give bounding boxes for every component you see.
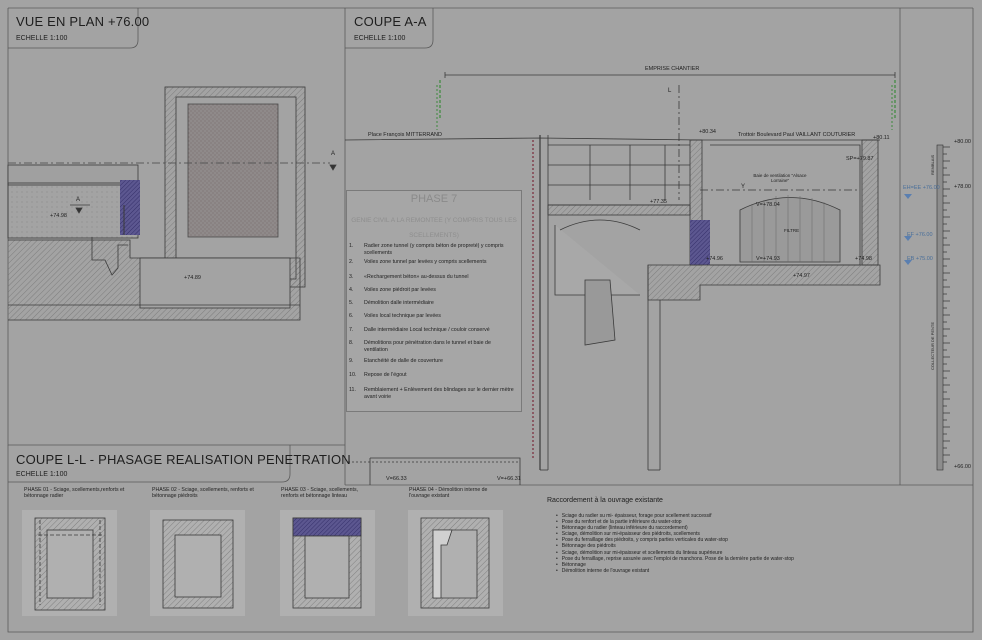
- filtre-label: FILTRE: [784, 228, 800, 233]
- phase7-step-text: Etanchéité de dalle de couverture: [364, 358, 443, 364]
- phase7-step-number: 1.: [349, 243, 354, 249]
- level-8011: +80.11: [873, 135, 890, 141]
- baie-label: Baie de ventilation "Alsace Lorraine": [753, 173, 807, 183]
- phase7-step-number: 7.: [349, 327, 354, 333]
- level-7735: +77.35: [650, 199, 667, 205]
- phase7-step-number: 11.: [349, 387, 356, 393]
- plan-view-scale: ECHELLE 1:100: [16, 35, 68, 42]
- phase7-step-text: Voiles local technique par levées: [364, 313, 441, 319]
- elevation-markers: [904, 194, 912, 265]
- level-6631: V=+66.31: [497, 476, 521, 482]
- section-aa-scale: ECHELLE 1:100: [354, 35, 406, 42]
- level-7804: V=+78.04: [756, 202, 780, 208]
- elev-eh: EH=EE +76.00: [903, 185, 940, 191]
- level-ruler: [936, 144, 944, 471]
- raccordement-list: Sciage du radier su mi- épaisseur, forag…: [556, 513, 794, 574]
- phase-03-thumbnail: [280, 510, 375, 616]
- phase7-step-number: 4.: [349, 287, 354, 293]
- level-7493: V=+74.93: [756, 256, 780, 262]
- phase7-step-number: 5.: [349, 300, 354, 306]
- section-aa-title: COUPE A-A: [354, 14, 427, 29]
- phasing-thumbnails: [22, 510, 503, 616]
- raccordement-title: Raccordement à la ouvrage existante: [547, 497, 663, 504]
- phase-02-label: PHASE 02 - Sciage, scellements, renforts…: [152, 487, 254, 499]
- place-label: Place François MITTERRAND: [368, 132, 442, 138]
- phase7-step-text: Démolition dalle intermédiaire: [364, 300, 434, 306]
- raccordement-item: Pose du ferraillage, reprise assurée ave…: [556, 556, 794, 562]
- drawing-sheet: VUE EN PLAN +76.00 ECHELLE 1:100 COUPE A…: [0, 0, 982, 640]
- level-7987: SP=+79.87: [846, 156, 874, 162]
- section-ll-title: COUPE L-L - PHASAGE REALISATION PENETRAT…: [16, 452, 351, 467]
- phase7-step-text: Dalle intermédiaire Local technique / co…: [364, 327, 490, 333]
- phase7-step-number: 10.: [349, 372, 357, 378]
- level-7496: +74.96: [706, 256, 723, 262]
- plan-view-title: VUE EN PLAN +76.00: [16, 14, 150, 29]
- phase7-step-text: Repose de l'égout: [364, 372, 407, 378]
- elev-eb: EB +75.00: [907, 256, 933, 262]
- phase7-step-text: Radier zone tunnel (y compris béton de p…: [364, 243, 504, 256]
- phase-04-label: PHASE 04 - Démolition interne de l'ouvra…: [409, 487, 488, 499]
- phase-03-label: PHASE 03 - Sciage, scellements, renforts…: [281, 487, 358, 499]
- cut-y-label: Y: [741, 184, 746, 190]
- phase7-title: PHASE 7: [410, 193, 458, 205]
- level-7498: +74.98: [855, 256, 872, 262]
- raccordement-item: Démolition interne de l'ouvrage existant: [556, 568, 794, 574]
- phase7-step-text: Voiles zone tunnel par levées y compris …: [364, 259, 487, 265]
- elev-ef: EF +76.00: [907, 232, 933, 238]
- level-7497: +74.97: [793, 273, 810, 279]
- phase7-step-number: 6.: [349, 313, 354, 319]
- green-stakes: [436, 85, 893, 130]
- phase7-step-text: «Rechargement béton» au-dessus du tunnel: [364, 274, 469, 280]
- level-6633: V=66.33: [386, 476, 407, 482]
- phase7-step-number: 3.: [349, 274, 354, 280]
- emprise-label: EMPRISE CHANTIER: [645, 66, 700, 72]
- phase-02-thumbnail: [150, 510, 245, 616]
- phase7-legend: PHASE 7 GENIE CIVIL A LA REMONTEE (Y COM…: [346, 190, 522, 412]
- cut-a-left-label: A: [76, 197, 81, 203]
- phase7-step-number: 8.: [349, 340, 354, 346]
- phase-04-thumbnail: [408, 510, 503, 616]
- ruler-top-label: REMBLAIS: [930, 154, 935, 175]
- phase7-subtitle: GENIE CIVIL A LA REMONTEE (Y COMPRIS TOU…: [351, 217, 517, 239]
- level-8034: +80.34: [699, 129, 716, 135]
- plan-level-1: +74.98: [50, 213, 67, 219]
- phase7-step-text: Voiles zone piédroit par levées: [364, 287, 436, 293]
- trottoir-label: Trottoir Boulevard Paul VAILLANT COUTURI…: [738, 132, 856, 138]
- phase7-step-text: Remblaiement + Enlèvement des blindages …: [364, 387, 514, 400]
- ruler-8000: +80.00: [954, 139, 971, 145]
- cut-l-label: L: [668, 88, 672, 94]
- phase-01-label: PHASE 01 - Sciage, scellements,renforts …: [24, 487, 125, 499]
- phase7-step-number: 2.: [349, 259, 354, 265]
- plan-view-drawing: [7, 86, 337, 321]
- phase7-step-number: 9.: [349, 358, 354, 364]
- ruler-mid-label: COLLECTEUR DE PENTE: [930, 321, 935, 370]
- ruler-6600: +66.00: [954, 464, 971, 470]
- plan-level-2: +74.89: [184, 275, 201, 281]
- phase7-step-text: Démolitions pour pénétration dans le tun…: [364, 340, 491, 353]
- ruler-7800: +78.00: [954, 184, 971, 190]
- cut-a-top-label: A: [331, 151, 336, 157]
- level-ruler-ticks: [943, 146, 950, 463]
- section-ll-scale: ECHELLE 1:100: [16, 471, 68, 478]
- phase-01-thumbnail: [22, 510, 117, 616]
